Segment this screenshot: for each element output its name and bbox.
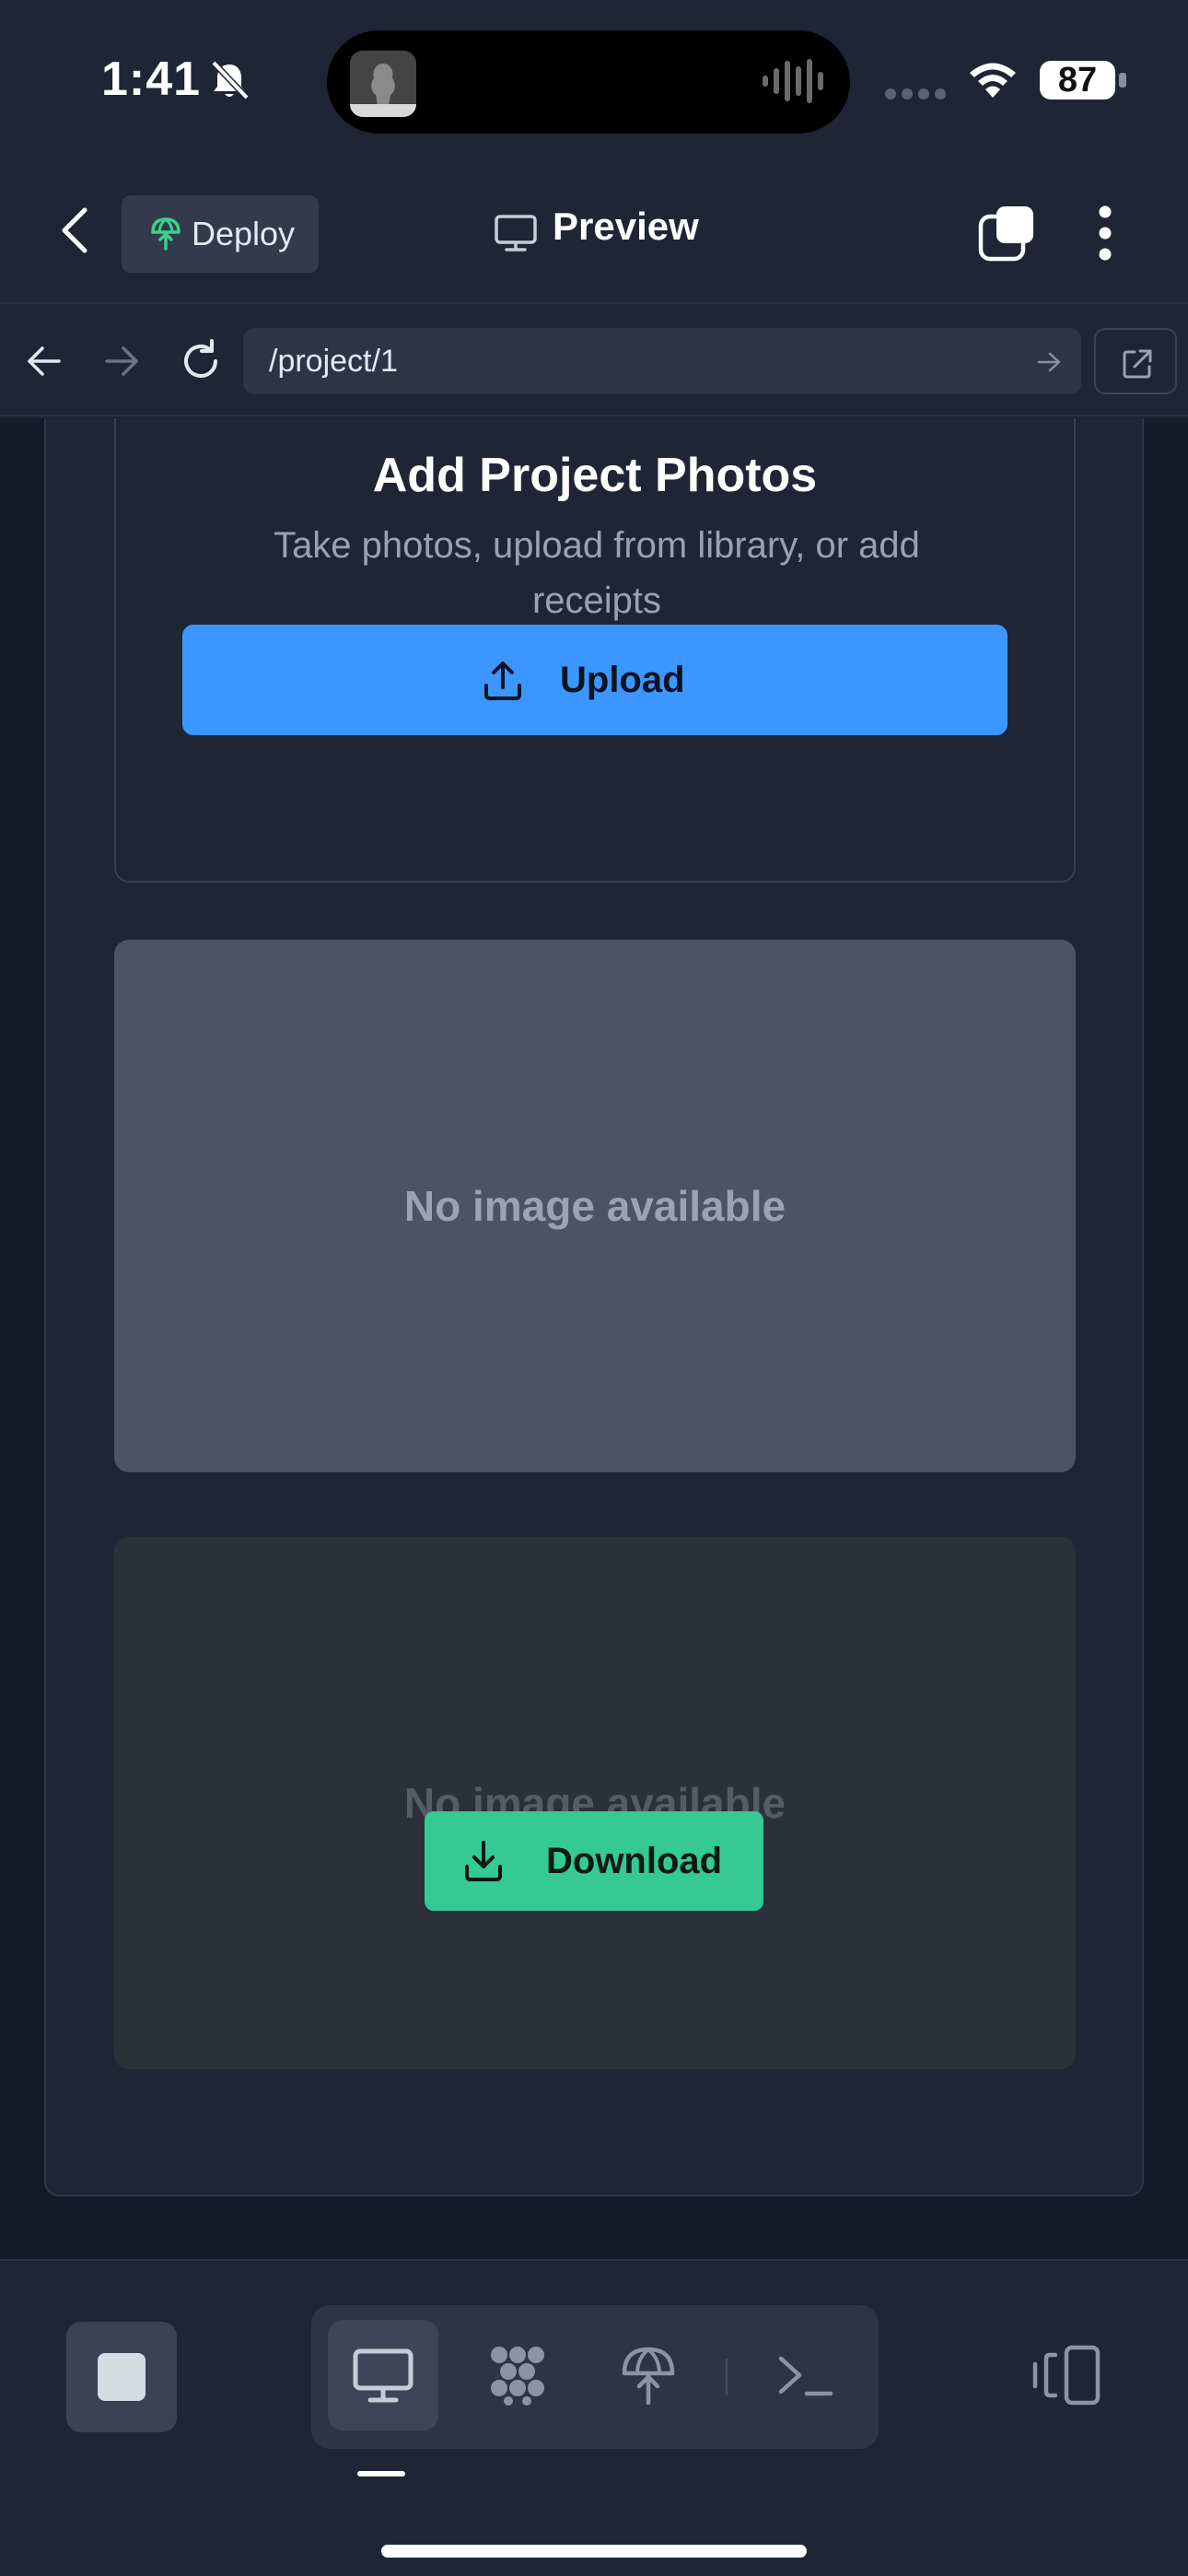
deploy-mode-button[interactable]: [593, 2320, 704, 2430]
home-indicator[interactable]: [381, 2545, 807, 2558]
flows-icon: [491, 2347, 544, 2406]
cellular-signal-icon: [885, 88, 946, 100]
download-button[interactable]: Download: [425, 1811, 763, 1911]
download-icon: [465, 1841, 502, 1881]
audio-waveform-icon: [763, 59, 823, 103]
upload-section: Add Project Photos Take photos, upload f…: [114, 418, 1076, 883]
download-button-label: Download: [546, 1841, 723, 1881]
stop-button[interactable]: [66, 2322, 177, 2432]
preview-content[interactable]: Add Project Photos Take photos, upload f…: [0, 418, 1188, 2259]
arrow-right-icon[interactable]: [103, 343, 140, 380]
deploy-icon: [622, 2347, 675, 2406]
toolbar-divider: [726, 2359, 728, 2395]
upload-description: Take photos, upload from library, or add…: [274, 525, 920, 621]
image-placeholder[interactable]: No image available: [114, 940, 1076, 1472]
upload-icon: [484, 662, 521, 700]
tabs-icon[interactable]: [978, 205, 1035, 262]
upload-button-label: Upload: [560, 660, 685, 700]
open-external-button[interactable]: [1094, 328, 1177, 394]
status-bar: 1:41 87: [0, 0, 1188, 157]
go-arrow-icon[interactable]: [1037, 350, 1061, 374]
url-field[interactable]: /project/1: [243, 328, 1081, 394]
image-placeholder[interactable]: No image available: [114, 1537, 1076, 2069]
preview-mode-button[interactable]: [328, 2320, 438, 2430]
more-options-icon[interactable]: [1098, 205, 1112, 262]
deploy-button[interactable]: Deploy: [122, 195, 319, 273]
deploy-label: Deploy: [192, 215, 296, 252]
flows-mode-button[interactable]: [462, 2320, 573, 2430]
url-text: /project/1: [269, 344, 398, 379]
arrow-left-icon[interactable]: [26, 343, 63, 380]
active-tab-indicator: [357, 2471, 405, 2476]
bell-off-icon: [211, 60, 250, 100]
deploy-icon: [151, 217, 181, 251]
page-title: Preview: [553, 205, 699, 248]
console-mode-button[interactable]: [750, 2320, 860, 2430]
mode-switcher: [311, 2305, 879, 2449]
status-time: 1:41: [101, 53, 202, 106]
external-link-icon: [1123, 349, 1152, 379]
no-image-text: No image available: [403, 1779, 786, 1827]
rotate-device-icon[interactable]: [1030, 2344, 1103, 2410]
app-header: Deploy Preview: [0, 157, 1188, 304]
upload-title: Add Project Photos: [372, 449, 818, 502]
browser-bar: /project/1: [0, 306, 1188, 416]
battery-percentage: 87: [1057, 61, 1098, 100]
now-playing-artwork: [350, 51, 416, 117]
terminal-icon: [778, 2356, 833, 2396]
back-chevron-icon[interactable]: [57, 205, 94, 256]
bottom-toolbar: [0, 2259, 1188, 2576]
monitor-icon: [353, 2348, 413, 2403]
monitor-icon: [495, 215, 537, 252]
project-card: Add Project Photos Take photos, upload f…: [44, 418, 1144, 2196]
reload-icon[interactable]: [179, 339, 223, 383]
no-image-text: No image available: [403, 1182, 786, 1230]
upload-button[interactable]: Upload: [182, 625, 1007, 735]
wifi-icon: [970, 63, 1016, 98]
